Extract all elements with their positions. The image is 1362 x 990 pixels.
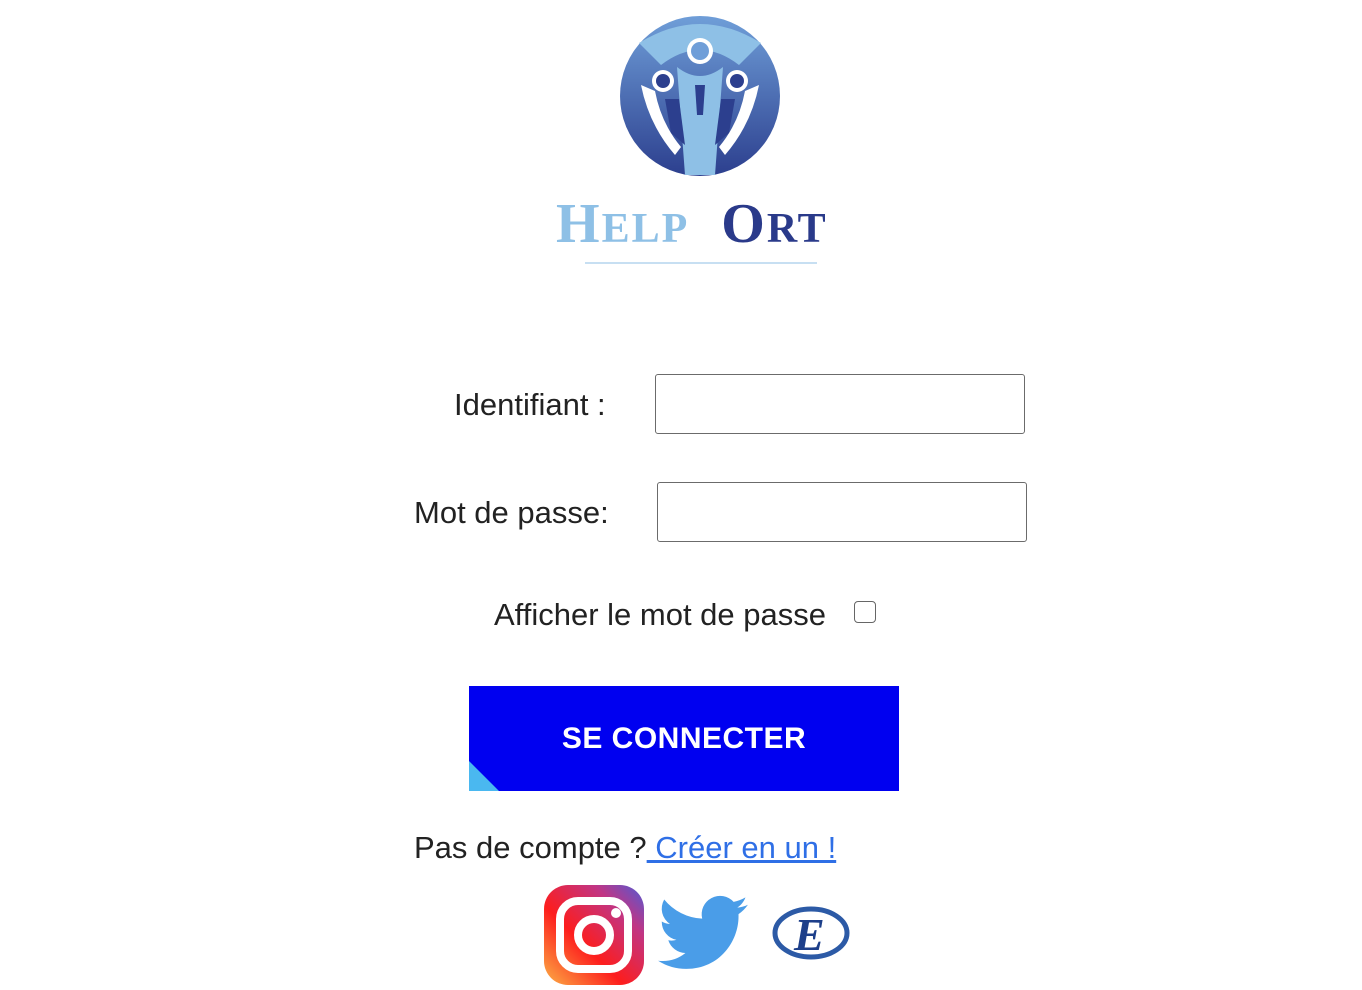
login-button-label: SE CONNECTER (561, 722, 807, 755)
brand-initial-2: O (721, 193, 767, 255)
show-password-checkbox[interactable] (854, 601, 876, 623)
brand-initial-1: H (556, 193, 602, 255)
password-label: Mot de passe: (414, 495, 609, 530)
signup-prompt: Pas de compte ? (414, 830, 647, 865)
instagram-icon[interactable] (544, 885, 644, 985)
username-label: Identifiant : (454, 387, 606, 422)
brand-wordmark: HELP ORT (556, 192, 856, 261)
brand-rest-1: ELP (601, 206, 690, 252)
show-password-label: Afficher le mot de passe (494, 597, 826, 632)
help-ort-logo-icon (620, 16, 780, 176)
login-page: HELP ORT Identifiant : Mot de passe: Aff… (0, 0, 1362, 990)
signup-row: Pas de compte ? Créer en un ! (414, 828, 836, 868)
brand-rest-2: RT (766, 206, 828, 252)
svg-text:E: E (793, 909, 825, 960)
password-input[interactable] (657, 482, 1027, 542)
logo-underline (585, 262, 817, 264)
button-corner-accent (469, 761, 499, 791)
create-account-link[interactable]: Créer en un ! (647, 830, 836, 865)
login-button[interactable]: SE CONNECTER (469, 686, 899, 791)
ecoledirecte-icon[interactable]: E (770, 902, 852, 968)
twitter-icon[interactable] (654, 886, 752, 984)
username-input[interactable] (655, 374, 1025, 434)
